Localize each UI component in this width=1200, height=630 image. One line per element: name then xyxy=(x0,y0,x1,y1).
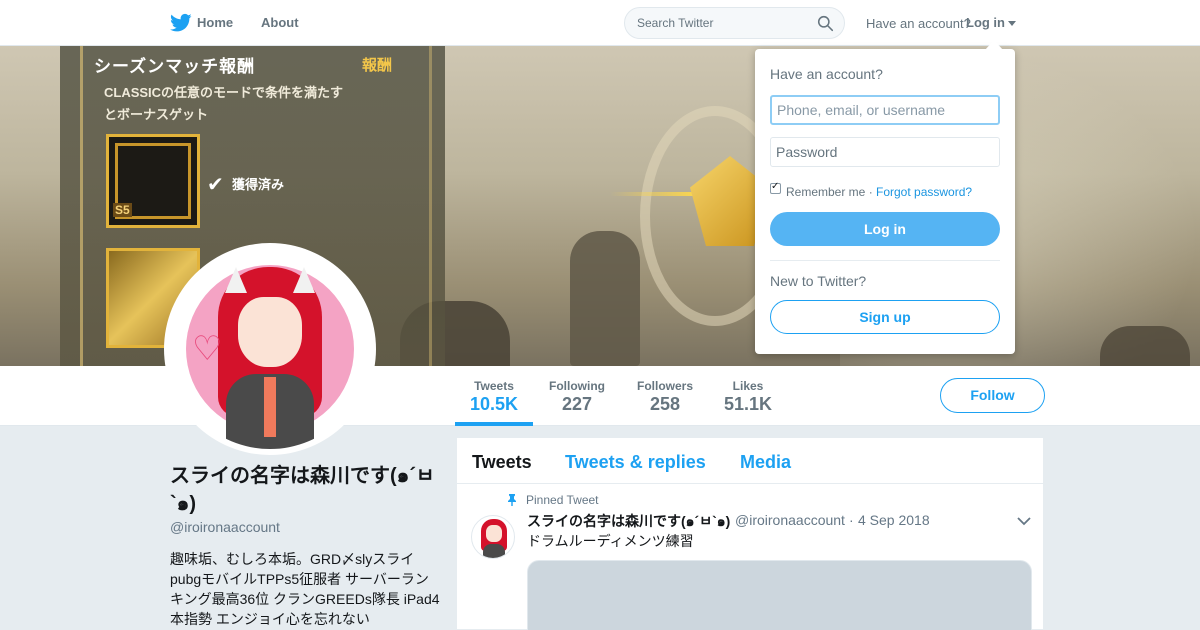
season-badge: S5 xyxy=(113,203,132,217)
search-box xyxy=(624,7,845,39)
acquired-label: 獲得済み xyxy=(232,177,285,192)
tab-tweets-and-replies[interactable]: Tweets & replies xyxy=(565,452,706,473)
new-to-twitter-text: New to Twitter? xyxy=(770,273,867,289)
dropdown-divider xyxy=(770,260,1000,261)
stat-label: Followers xyxy=(636,379,693,393)
avatar-face xyxy=(486,525,502,542)
avatar-tie xyxy=(264,377,276,437)
heart-icon: ♡ xyxy=(192,330,223,368)
tweet-separator: · xyxy=(849,512,854,528)
avatar-face xyxy=(238,297,302,367)
dropdown-heading: Have an account? xyxy=(770,66,883,82)
stat-following[interactable]: Following 227 xyxy=(541,366,613,426)
stat-value: 10.5K xyxy=(469,394,519,414)
banner-title: シーズンマッチ報酬 xyxy=(94,57,256,76)
stat-followers[interactable]: Followers 258 xyxy=(631,366,699,426)
username-field[interactable] xyxy=(770,95,1000,125)
stat-label: Following xyxy=(549,379,605,393)
stat-value: 258 xyxy=(649,394,681,414)
stat-value: 227 xyxy=(561,394,593,414)
nav-home-link[interactable]: Home xyxy=(197,15,233,30)
tweet-author-handle[interactable]: @iroironaaccount xyxy=(735,512,845,528)
top-navigation: Home About Have an account? Log in xyxy=(0,0,1200,46)
tab-tweets[interactable]: Tweets xyxy=(472,452,532,473)
stat-likes[interactable]: Likes 51.1K xyxy=(718,366,778,426)
login-dropdown-toggle[interactable]: Log in xyxy=(966,15,1005,30)
tweet-media[interactable] xyxy=(527,560,1032,630)
tab-media[interactable]: Media xyxy=(740,452,791,473)
dropdown-caret xyxy=(985,40,1003,50)
twitter-bird-icon[interactable] xyxy=(170,13,192,33)
avatar-body xyxy=(483,544,505,558)
tweet-date[interactable]: 4 Sep 2018 xyxy=(858,512,930,528)
tweet-avatar[interactable] xyxy=(471,515,515,559)
banner-reward-label: 報酬 xyxy=(362,57,393,74)
pin-icon xyxy=(508,494,516,506)
stat-value: 51.1K xyxy=(723,394,773,414)
profile-bio: 趣味垢、むしろ本垢。GRD〆slyスライ pubgモバイルTPPs5征服者 サー… xyxy=(170,551,440,627)
stat-label: Likes xyxy=(732,379,764,393)
avatar: ♡ xyxy=(170,249,370,449)
caret-down-icon[interactable] xyxy=(1008,21,1016,26)
banner-frame-item: S5 xyxy=(106,134,200,228)
pinned-tweet-label: Pinned Tweet xyxy=(526,493,599,507)
signup-button[interactable]: Sign up xyxy=(770,300,1000,334)
timeline: Tweets Tweets & replies Media Pinned Twe… xyxy=(456,437,1044,630)
password-field[interactable] xyxy=(770,137,1000,167)
profile-handle[interactable]: @iroironaaccount xyxy=(170,519,280,535)
banner-description: CLASSICの任意のモードで条件を満たす xyxy=(104,85,344,100)
profile-avatar[interactable]: ♡ xyxy=(164,243,376,455)
stat-label: Tweets xyxy=(474,379,514,393)
remember-me-checkbox[interactable] xyxy=(770,181,781,194)
chevron-down-icon[interactable] xyxy=(1017,516,1031,526)
banner-beam xyxy=(610,192,700,196)
banner-description: とボーナスゲット xyxy=(104,107,209,122)
checkmark-icon: ✔ xyxy=(207,174,224,196)
stat-tweets[interactable]: Tweets 10.5K xyxy=(455,366,533,426)
search-icon[interactable] xyxy=(817,15,834,32)
tweet-author-name[interactable]: スライの名字は森川です(๑´ㅂ`๑) xyxy=(527,511,730,533)
search-input[interactable] xyxy=(637,16,812,30)
tweet-text: ドラムルーディメンツ練習 xyxy=(527,533,694,549)
remember-me-label[interactable]: Remember me · xyxy=(786,185,873,199)
have-account-text: Have an account? xyxy=(866,16,971,31)
nav-about-link[interactable]: About xyxy=(261,15,299,30)
timeline-tabs: Tweets Tweets & replies Media xyxy=(457,438,1043,484)
follow-button[interactable]: Follow xyxy=(940,378,1045,413)
login-dropdown: Have an account? Remember me · Forgot pa… xyxy=(755,49,1015,354)
forgot-password-link[interactable]: Forgot password? xyxy=(876,185,972,199)
banner-soldier xyxy=(1100,326,1190,366)
profile-name[interactable]: スライの名字は森川です(๑´ㅂ`๑) xyxy=(170,462,440,518)
banner-soldier xyxy=(570,231,640,366)
login-button[interactable]: Log in xyxy=(770,212,1000,246)
